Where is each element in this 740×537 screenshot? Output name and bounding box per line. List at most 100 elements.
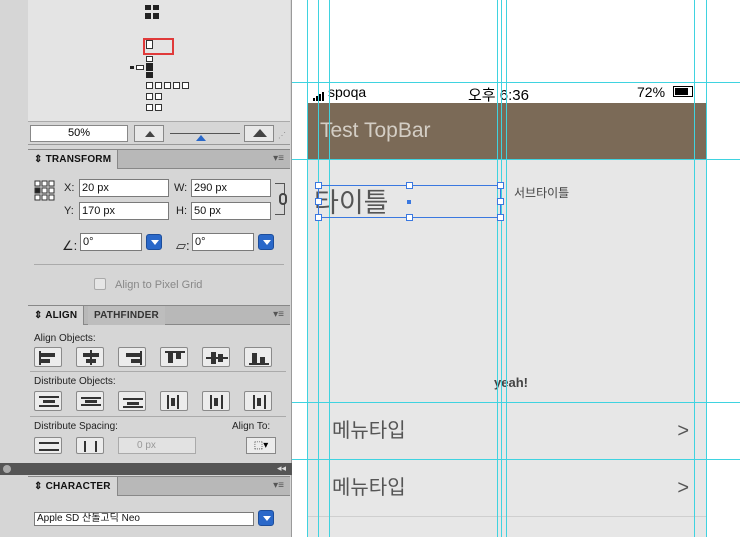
guide-line[interactable] [694, 0, 695, 537]
navigator-panel [28, 0, 290, 122]
guide-line[interactable] [292, 459, 740, 460]
artboard-thumb[interactable] [155, 82, 162, 89]
artboard-thumb[interactable] [136, 65, 144, 70]
artboard-thumb[interactable] [153, 13, 159, 19]
guide-line[interactable] [307, 0, 308, 537]
distribute-left-button[interactable] [160, 391, 188, 411]
subtitle-text: 서브타이틀 [514, 186, 570, 200]
artboard-thumb[interactable] [153, 5, 159, 10]
distribute-bottom-button[interactable] [118, 391, 146, 411]
chain-icon [279, 193, 287, 205]
guide-line[interactable] [292, 159, 740, 160]
panel-menu-icon[interactable]: ▾≡ [273, 153, 284, 164]
resize-grip-icon[interactable]: ⋰ [278, 131, 286, 140]
align-top-button[interactable] [160, 347, 188, 367]
tab-character[interactable]: ⇕ CHARACTER [28, 477, 118, 496]
artboard-thumb[interactable] [182, 82, 189, 89]
tab-character-label: CHARACTER [45, 481, 111, 492]
align-pixel-checkbox[interactable] [94, 278, 106, 290]
x-field[interactable]: 20 px [79, 179, 169, 197]
reference-point-icon[interactable] [34, 180, 56, 202]
rotate-dropdown[interactable] [146, 234, 162, 250]
guide-line[interactable] [292, 402, 740, 403]
tab-transform[interactable]: ⇕ TRANSFORM [28, 150, 119, 169]
canvas: spoqa 오후 6:36 72% Test TopBar 타이틀 서브타이틀 … [292, 0, 740, 537]
artboard-thumb[interactable] [146, 63, 153, 71]
guide-line[interactable] [318, 0, 319, 537]
artboard: spoqa 오후 6:36 72% Test TopBar 타이틀 서브타이틀 … [307, 82, 707, 537]
zoom-slider-thumb[interactable] [196, 135, 206, 141]
align-vcenter-button[interactable] [202, 347, 230, 367]
selection-handle[interactable] [497, 182, 504, 189]
tab-pathfinder[interactable]: PATHFINDER [88, 306, 165, 325]
align-to-dropdown[interactable]: ⬚▾ [246, 437, 276, 454]
mountain-small-icon [145, 131, 155, 137]
y-label: Y: [64, 205, 74, 217]
divider [34, 264, 284, 265]
artboard-thumb[interactable] [164, 82, 171, 89]
artboard-thumb[interactable] [155, 93, 162, 100]
guide-line[interactable] [706, 0, 707, 537]
distribute-right-button[interactable] [244, 391, 272, 411]
carrier-text: spoqa [328, 84, 367, 100]
artboard-thumb[interactable] [146, 72, 153, 78]
shear-icon: ⏥: [176, 238, 190, 253]
artboard-thumb[interactable] [146, 56, 153, 62]
artboard-thumb[interactable] [146, 40, 153, 49]
artboard-thumb[interactable] [173, 82, 180, 89]
panel-menu-icon[interactable]: ▾≡ [273, 480, 284, 491]
align-left-button[interactable] [34, 347, 62, 367]
artboard-thumb[interactable] [145, 13, 151, 19]
y-field[interactable]: 170 px [79, 202, 169, 220]
font-family-field[interactable]: Apple SD 산돌고딕 Neo [34, 512, 254, 526]
collapse-icon[interactable]: ◂◂ [277, 463, 286, 474]
distribute-top-button[interactable] [34, 391, 62, 411]
selection-handle[interactable] [497, 198, 504, 205]
guide-line[interactable] [329, 0, 330, 537]
artboard-thumb[interactable] [145, 5, 151, 10]
selection-handle[interactable] [315, 214, 322, 221]
artboard-thumb[interactable] [130, 66, 134, 69]
artboard-thumb[interactable] [146, 93, 153, 100]
artboard-thumb[interactable] [155, 104, 162, 111]
menu-row[interactable]: 메뉴타입 > [307, 459, 707, 516]
align-bottom-button[interactable] [244, 347, 272, 367]
width-field[interactable]: 290 px [191, 179, 271, 197]
menu-row[interactable]: 메뉴타입 > [307, 402, 707, 459]
font-dropdown[interactable] [258, 510, 274, 526]
selection-handle[interactable] [497, 214, 504, 221]
panel-menu-icon[interactable]: ▾≡ [273, 309, 284, 320]
w-label: W: [174, 182, 188, 194]
spacing-horizontal-button[interactable] [76, 437, 104, 454]
top-bar: Test TopBar [307, 103, 707, 159]
artboard-thumb[interactable] [146, 104, 153, 111]
selection-handle[interactable] [406, 214, 413, 221]
distribute-vcenter-button[interactable] [76, 391, 104, 411]
selection-handle[interactable] [406, 182, 413, 189]
artboard-thumb[interactable] [146, 82, 153, 89]
guide-line[interactable] [506, 0, 507, 537]
align-right-button[interactable] [118, 347, 146, 367]
selection-handle[interactable] [315, 198, 322, 205]
shear-dropdown[interactable] [258, 234, 274, 250]
battery-icon [673, 86, 693, 97]
tab-transform-label: TRANSFORM [45, 154, 112, 165]
topbar-title: Test TopBar [320, 119, 431, 142]
spacing-field[interactable]: 0 px [118, 437, 196, 454]
guide-line[interactable] [292, 82, 740, 83]
rotate-field[interactable]: 0° [80, 233, 142, 251]
guide-line[interactable] [497, 0, 498, 537]
align-hcenter-button[interactable] [76, 347, 104, 367]
distribute-hcenter-button[interactable] [202, 391, 230, 411]
shear-field[interactable]: 0° [192, 233, 254, 251]
zoom-out-button[interactable] [134, 125, 164, 142]
zoom-field[interactable]: 50% [30, 125, 128, 142]
selection-handle[interactable] [315, 182, 322, 189]
zoom-slider[interactable] [170, 133, 240, 134]
battery-text: 72% [637, 84, 666, 100]
guide-line[interactable] [501, 0, 502, 537]
tab-align[interactable]: ⇕ ALIGN [28, 306, 85, 325]
spacing-vertical-button[interactable] [34, 437, 62, 454]
height-field[interactable]: 50 px [191, 202, 271, 220]
zoom-in-button[interactable] [244, 125, 274, 142]
